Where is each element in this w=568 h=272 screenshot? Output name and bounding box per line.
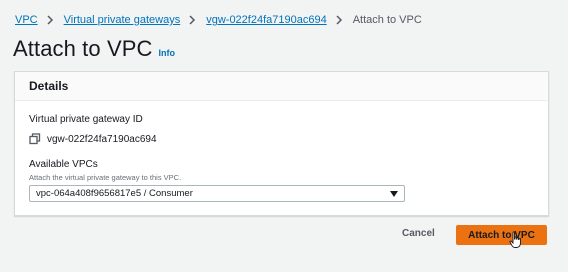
page-title: Attach to VPC xyxy=(13,36,153,61)
chevron-right-icon xyxy=(188,15,198,25)
chevron-right-icon xyxy=(335,15,345,25)
page-header: Attach to VPC Info xyxy=(13,36,175,62)
details-panel-header: Details xyxy=(15,72,548,101)
cancel-button[interactable]: Cancel xyxy=(402,228,435,239)
breadcrumb-link-vpc[interactable]: VPC xyxy=(15,14,38,26)
breadcrumb-link-gateway[interactable]: vgw-022f24fa7190ac694 xyxy=(206,14,326,26)
breadcrumb-link-virtual-private-gateways[interactable]: Virtual private gateways xyxy=(64,14,181,26)
caret-down-icon xyxy=(390,190,398,197)
breadcrumb-current: Attach to VPC xyxy=(352,14,422,26)
gateway-id-value: vgw-022f24fa7190ac694 xyxy=(47,133,157,145)
available-vpcs-description: Attach the virtual private gateway to th… xyxy=(29,173,182,182)
available-vpcs-select[interactable]: vpc-064a408f9656817e5 / Consumer xyxy=(29,185,405,202)
details-panel: Details Virtual private gateway ID vgw-0… xyxy=(14,71,549,216)
available-vpcs-selected-value: vpc-064a408f9656817e5 / Consumer xyxy=(36,188,193,199)
gateway-id-label: Virtual private gateway ID xyxy=(29,114,143,125)
chevron-right-icon xyxy=(46,15,56,25)
info-link[interactable]: Info xyxy=(158,48,175,58)
breadcrumb: VPC Virtual private gateways vgw-022f24f… xyxy=(15,14,422,26)
details-heading: Details xyxy=(29,79,69,93)
gateway-id-row: vgw-022f24fa7190ac694 xyxy=(29,133,157,145)
attach-to-vpc-button[interactable]: Attach to VPC xyxy=(456,225,547,245)
available-vpcs-label: Available VPCs xyxy=(29,159,98,170)
copy-icon[interactable] xyxy=(29,133,41,145)
